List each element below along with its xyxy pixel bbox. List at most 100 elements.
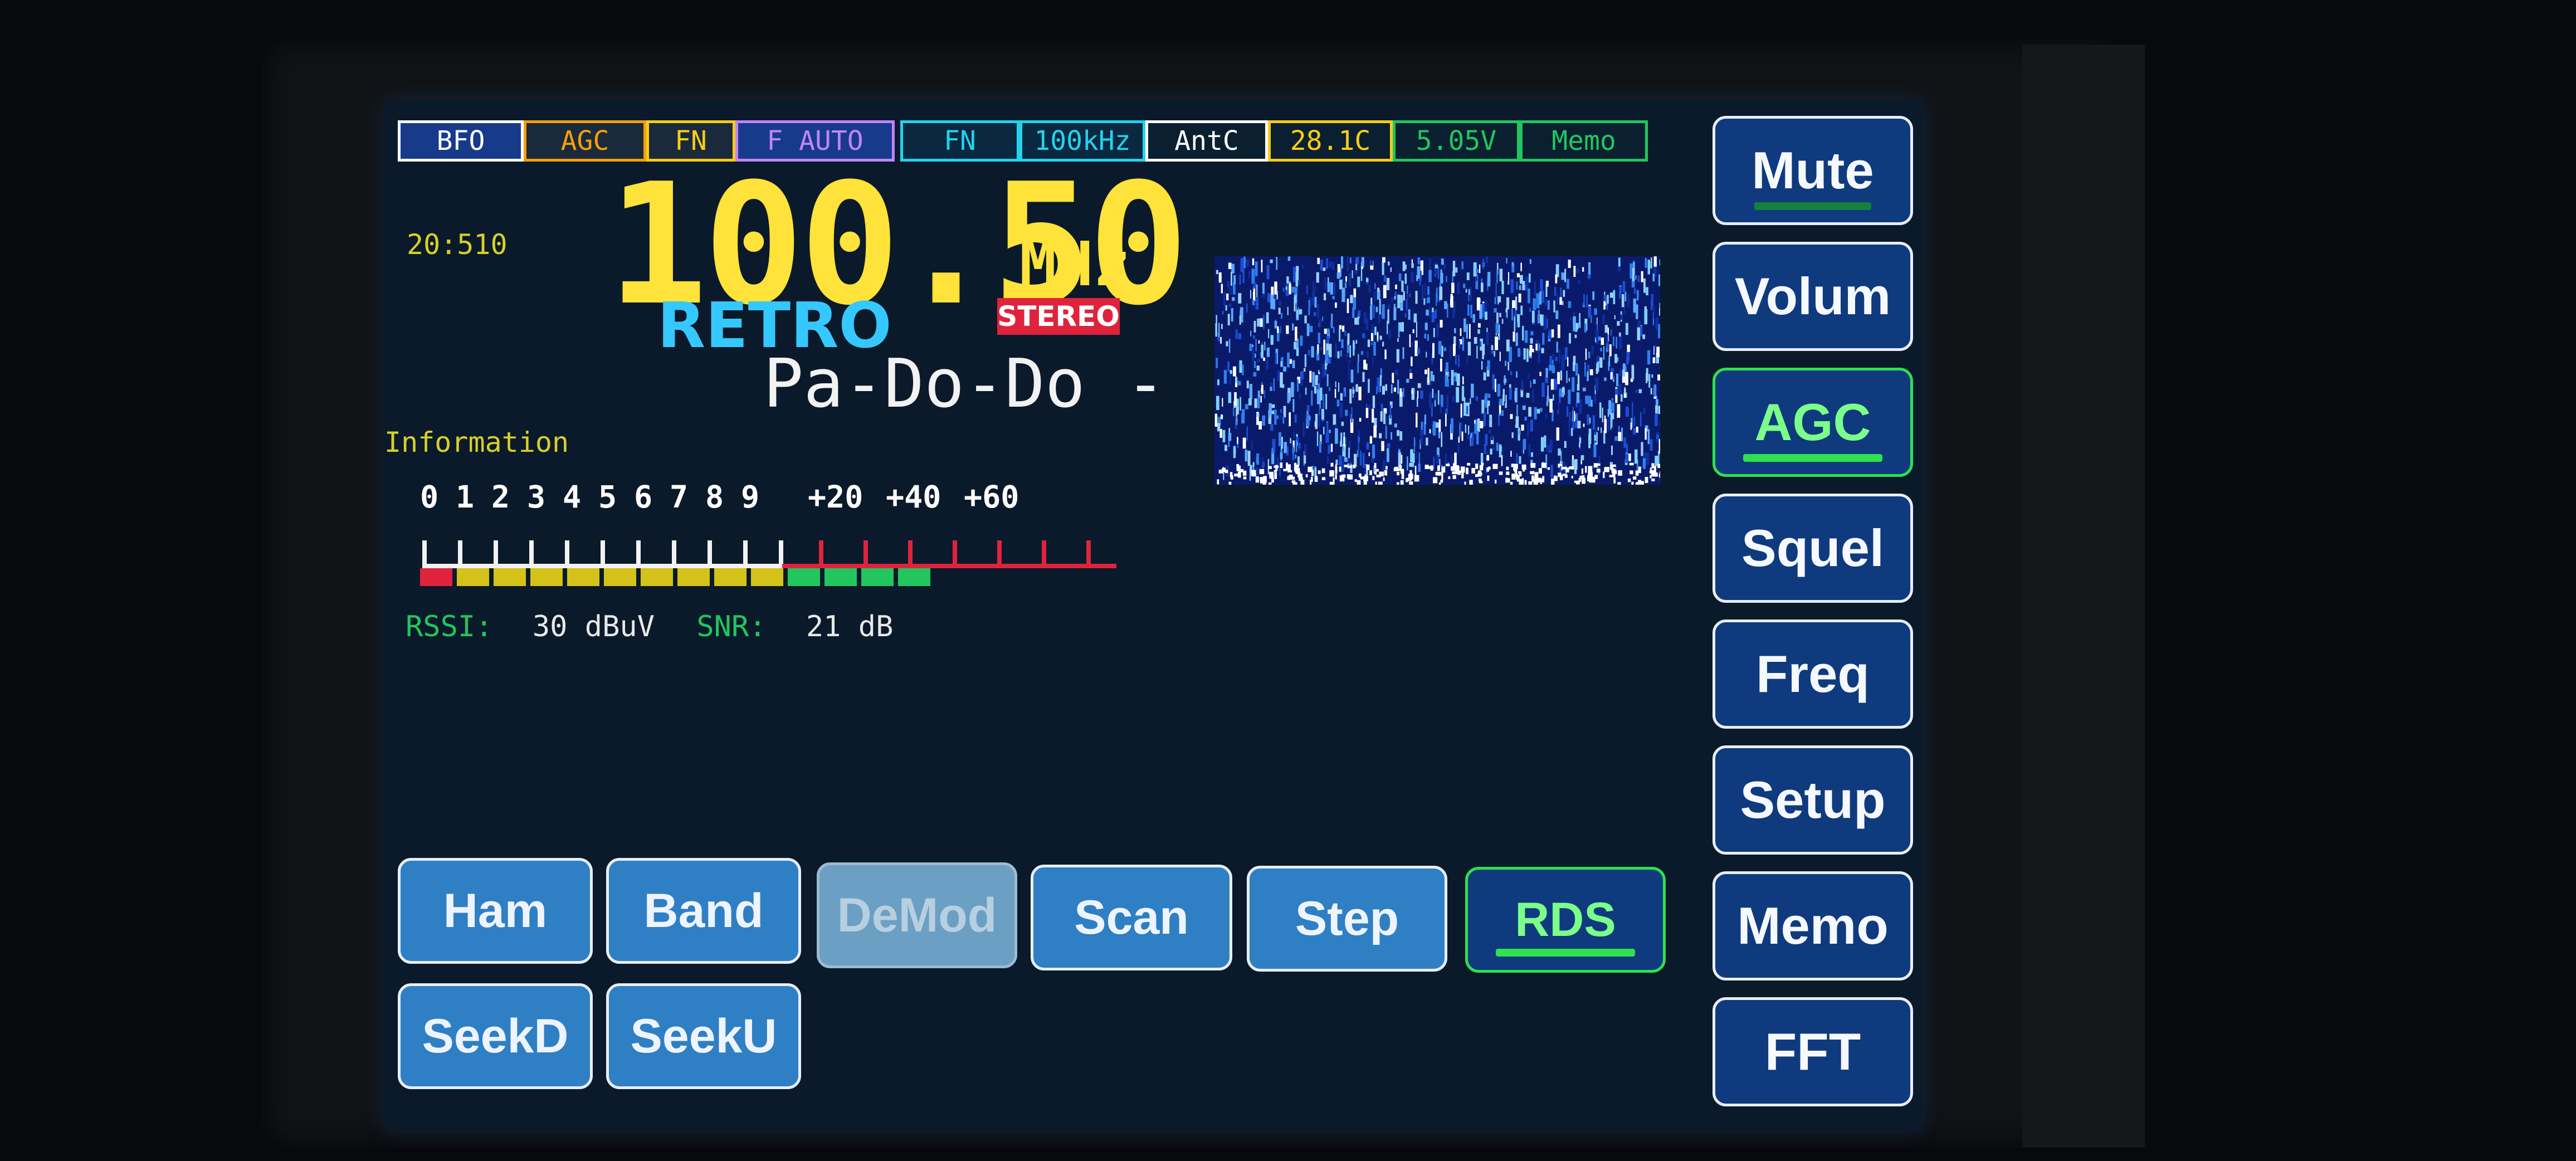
waterfall-pixel [1360, 351, 1363, 355]
waterfall-pixel [1584, 362, 1586, 377]
waterfall-peak [1321, 477, 1326, 480]
waterfall-pixel [1417, 257, 1420, 265]
waterfall-pixel [1643, 278, 1646, 293]
waterfall-pixel [1246, 303, 1248, 313]
waterfall-pixel [1227, 314, 1230, 326]
waterfall-peak [1329, 481, 1335, 485]
waterfall-pixel [1499, 398, 1502, 406]
signal-readout: RSSI: 30 dBuV SNR: 21 dB [406, 610, 893, 643]
waterfall-pixel [1433, 375, 1435, 382]
waterfall-peak [1650, 467, 1652, 472]
waterfall-pixel [1428, 270, 1432, 282]
waterfall-pixel [1296, 295, 1298, 310]
waterfall-pixel [1511, 262, 1514, 266]
waterfall-pixel [1544, 435, 1546, 448]
waterfall-peak [1499, 471, 1503, 475]
waterfall-pixel [1230, 373, 1231, 384]
waterfall-pixel [1330, 443, 1333, 452]
meter-segment [604, 568, 636, 586]
waterfall-pixel [1341, 287, 1345, 303]
status-bfo[interactable]: BFO [398, 120, 524, 162]
step-button[interactable]: Step [1247, 866, 1447, 972]
waterfall-pixel [1432, 421, 1436, 436]
waterfall-pixel [1622, 369, 1625, 377]
waterfall-pixel [1355, 384, 1358, 392]
waterfall-pixel [1304, 354, 1306, 368]
fft-waterfall[interactable] [1214, 256, 1660, 485]
waterfall-pixel [1257, 398, 1260, 408]
waterfall-pixel [1610, 372, 1613, 380]
waterfall-pixel [1592, 291, 1595, 300]
waterfall-pixel [1329, 261, 1331, 267]
mute-button[interactable]: Mute [1713, 116, 1913, 225]
waterfall-pixel [1557, 372, 1560, 384]
waterfall-pixel [1531, 452, 1533, 457]
status-memo[interactable]: Memo [1520, 120, 1648, 162]
waterfall-pixel [1552, 359, 1554, 369]
setup-button[interactable]: Setup [1713, 745, 1913, 855]
waterfall-pixel [1380, 403, 1383, 412]
waterfall-pixel [1359, 418, 1362, 422]
agc-button[interactable]: AGC [1713, 368, 1913, 477]
waterfall-pixel [1274, 409, 1277, 425]
waterfall-pixel [1413, 313, 1417, 323]
waterfall-pixel [1481, 399, 1485, 414]
waterfall-pixel [1599, 402, 1602, 418]
waterfall-pixel [1216, 358, 1218, 368]
waterfall-pixel [1344, 457, 1348, 462]
waterfall-pixel [1348, 365, 1350, 381]
waterfall-peak [1638, 480, 1642, 485]
waterfall-pixel [1387, 320, 1388, 334]
waterfall-pixel [1540, 408, 1543, 412]
rds-button[interactable]: RDS [1465, 867, 1666, 973]
waterfall-pixel [1223, 291, 1226, 306]
seek-down-button[interactable]: SeekD [398, 983, 593, 1089]
waterfall-pixel [1594, 308, 1597, 315]
waterfall-pixel [1512, 300, 1515, 308]
memo-button[interactable]: Memo [1713, 871, 1913, 980]
waterfall-pixel [1326, 374, 1329, 387]
demod-button[interactable]: DeMod [817, 862, 1017, 968]
seek-up-button[interactable]: SeekU [606, 983, 801, 1089]
waterfall-pixel [1553, 300, 1555, 313]
waterfall-pixel [1359, 452, 1362, 466]
waterfall-pixel [1525, 285, 1527, 291]
waterfall-pixel [1633, 298, 1636, 313]
waterfall-pixel [1535, 343, 1538, 351]
waterfall-pixel [1553, 394, 1554, 401]
waterfall-pixel [1383, 285, 1387, 299]
waterfall-pixel [1627, 293, 1629, 308]
waterfall-pixel [1342, 325, 1345, 332]
waterfall-pixel [1573, 316, 1576, 331]
waterfall-pixel [1276, 291, 1278, 300]
volume-button[interactable]: Volum [1713, 242, 1913, 351]
scan-button[interactable]: Scan [1031, 865, 1232, 970]
waterfall-pixel [1350, 295, 1353, 304]
waterfall-peak [1438, 482, 1441, 485]
waterfall-pixel [1470, 305, 1472, 318]
band-button[interactable]: Band [606, 858, 801, 964]
waterfall-pixel [1593, 444, 1597, 457]
waterfall-pixel [1291, 382, 1294, 397]
squelch-button[interactable]: Squel [1713, 494, 1913, 603]
waterfall-pixel [1326, 258, 1328, 269]
waterfall-pixel [1470, 433, 1472, 438]
waterfall-pixel [1558, 448, 1561, 456]
waterfall-pixel [1373, 305, 1375, 318]
waterfall-pixel [1328, 445, 1330, 454]
fft-button[interactable]: FFT [1713, 997, 1913, 1106]
ham-button[interactable]: Ham [398, 858, 593, 964]
button-label: SeekU [630, 1009, 777, 1063]
waterfall-pixel [1437, 447, 1440, 455]
waterfall-pixel [1631, 365, 1635, 380]
waterfall-pixel [1314, 386, 1317, 394]
waterfall-peak [1363, 476, 1368, 481]
waterfall-peak [1464, 481, 1466, 485]
waterfall-pixel [1417, 383, 1421, 388]
waterfall-pixel [1394, 296, 1396, 300]
freq-button[interactable]: Freq [1713, 619, 1913, 729]
waterfall-pixel [1217, 423, 1221, 432]
waterfall-pixel [1370, 306, 1373, 320]
waterfall-pixel [1403, 291, 1405, 301]
waterfall-pixel [1313, 311, 1316, 316]
